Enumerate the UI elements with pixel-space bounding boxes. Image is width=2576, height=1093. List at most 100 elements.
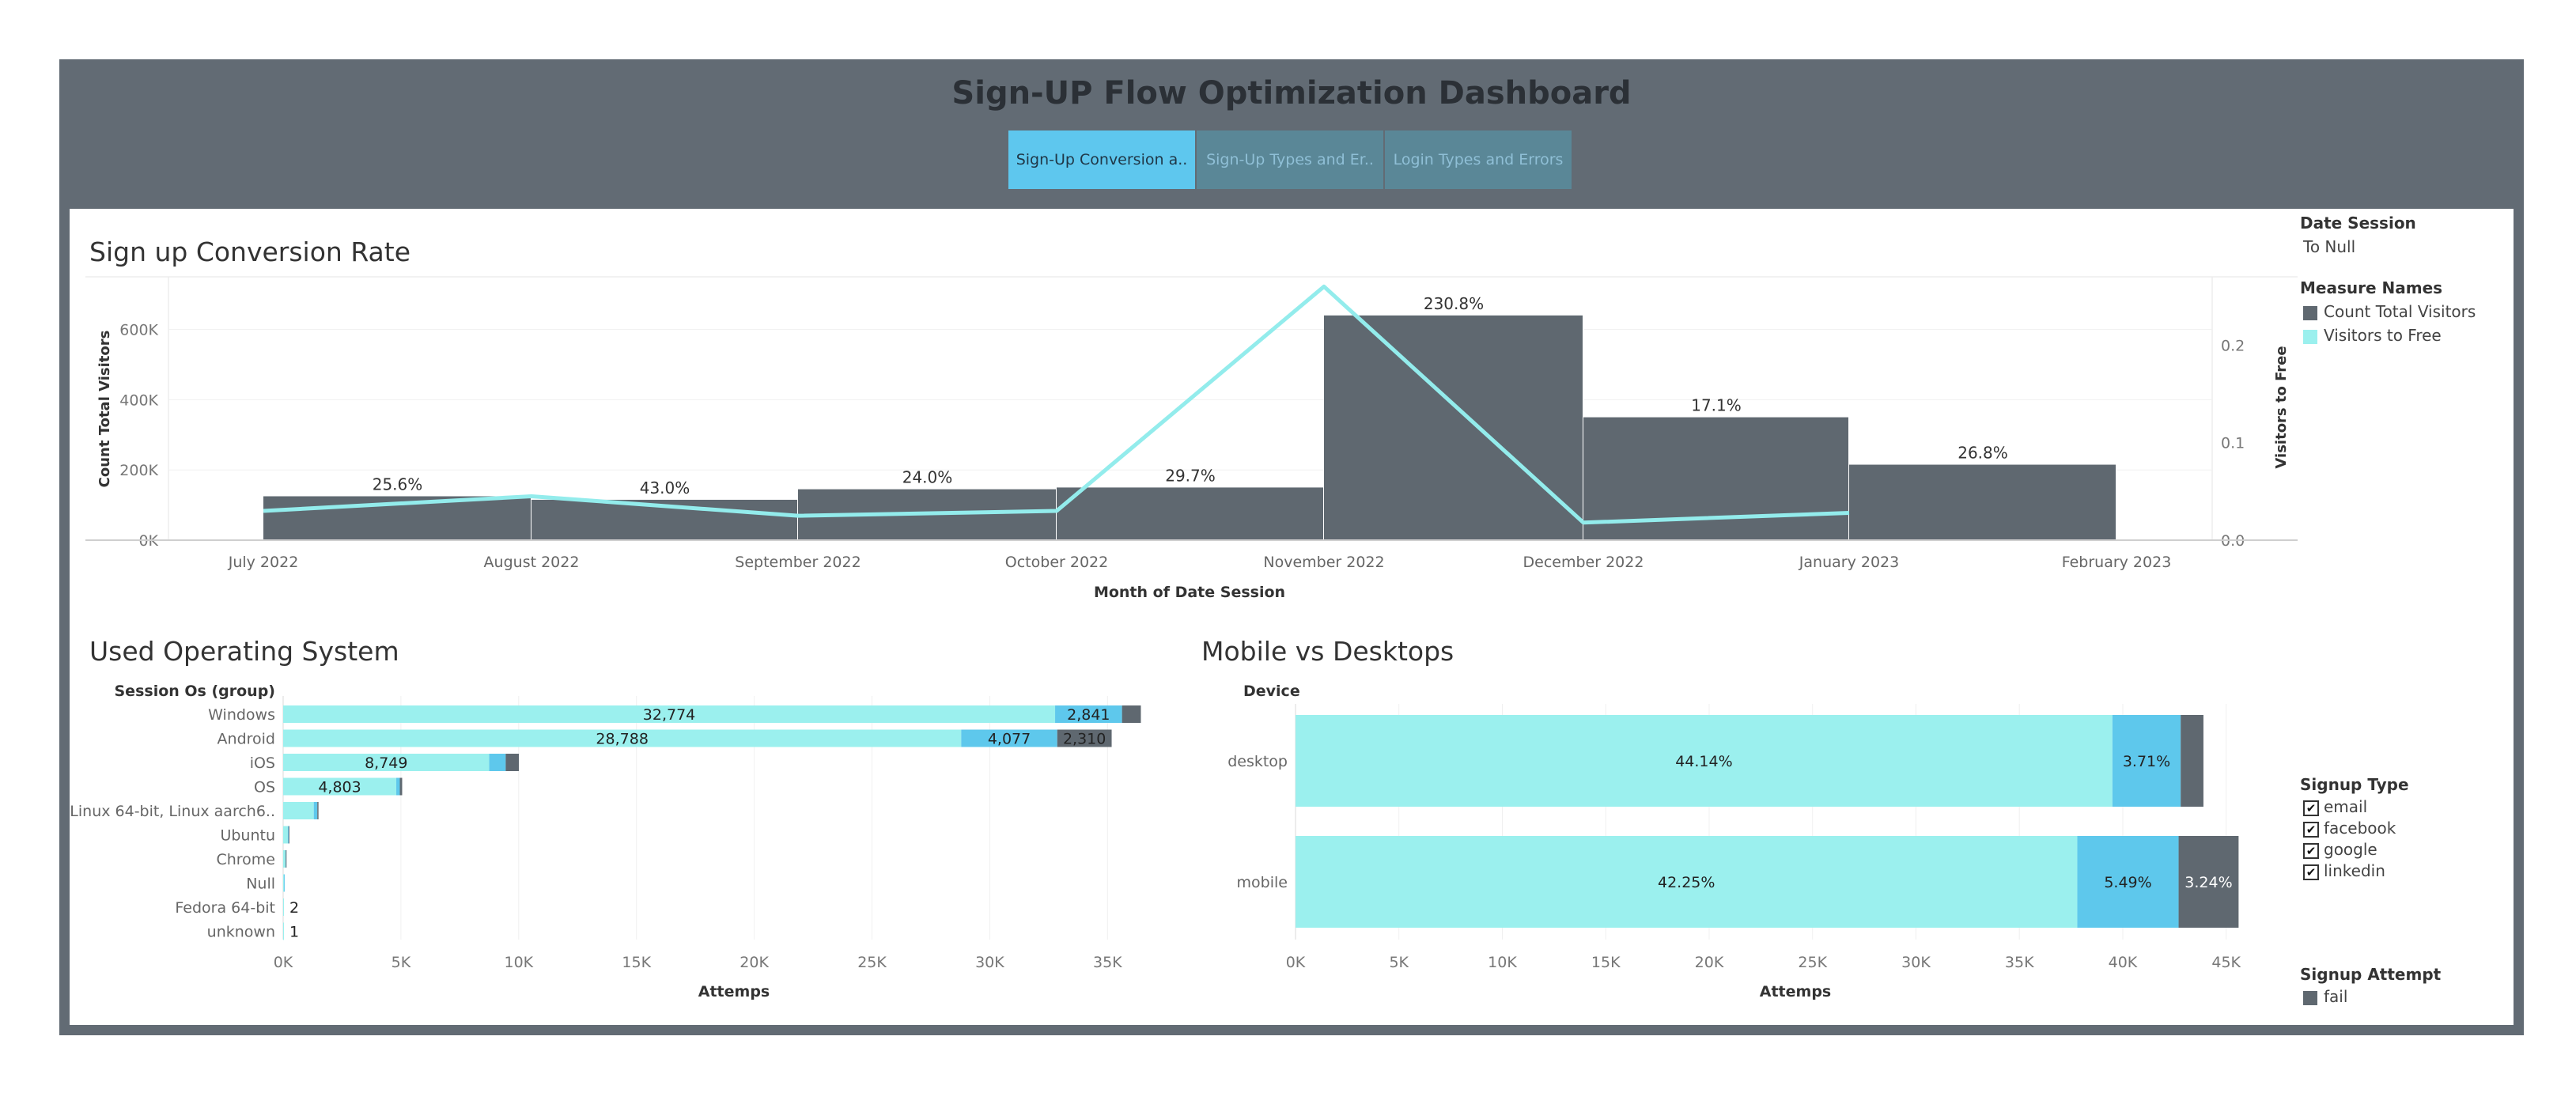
device-bar-label: 3.24% [2184,874,2232,891]
row-label: mobile [1237,874,1288,891]
legend-item-visitors-to-free[interactable]: Visitors to Free [2303,326,2476,345]
bar-data-label: 25.6% [373,475,423,494]
bar-4 [1057,487,1323,540]
x-tick-label: July 2022 [228,554,299,571]
y-tick-label: 200K [119,462,158,479]
signup-type-label: linkedin [2324,861,2385,880]
os-bar-segment-facebook [489,754,506,771]
y-tick-label: 400K [119,391,158,409]
y2-tick-label: 0.2 [2221,337,2245,354]
x-tick-label: 45K [2211,954,2241,971]
signup-type-label: email [2324,797,2368,816]
row-label: Linux 64-bit, Linux aarch6.. [70,803,275,820]
bar-5 [1324,315,1583,540]
measure-names-title: Measure Names [2300,278,2443,297]
os-bar-segment-facebook [287,826,289,844]
signup-type-linkedin[interactable]: ✔ linkedin [2303,861,2506,880]
signup-type-label: facebook [2324,819,2396,838]
os-bar-segment-fail [505,754,520,771]
bar-data-label: 29.7% [1165,466,1216,485]
os-bar-label: 4,803 [318,779,361,796]
x-tick-label: October 2022 [1005,554,1108,571]
x-axis-title: Attemps [698,983,770,1000]
bar-data-label: 26.8% [1958,444,2008,463]
device-chart: 0K 5K 10K 15K 20K 25K 30K 35K 40K 45K Device deskto… [1227,683,2241,1000]
conversion-rate-chart: 0K200K400K600K0.00.10.225.6% 43.0%24.0% 29… [85,276,2298,601]
signup-type-facebook[interactable]: ✔ facebook [2303,819,2506,838]
device-bar-label: 44.14% [1675,753,1732,770]
signup-attempt-title: Signup Attempt [2300,965,2442,984]
x-tick-label: August 2022 [484,554,580,571]
row-label: desktop [1227,753,1288,770]
x-tick-label: 0K [274,954,293,971]
legend-label: Visitors to Free [2324,326,2442,345]
x-tick-label: 20K [740,954,769,971]
x-tick-label: 25K [857,954,887,971]
signup-attempt-legend: Signup Attempt fail [2300,965,2506,1006]
row-label: Null [246,876,275,893]
x-tick-label: 40K [2109,954,2138,971]
date-session-filter-title: Date Session [2300,214,2416,233]
row-label: unknown [207,924,275,941]
os-bar-segment-fail [399,777,403,796]
device-bar-label: 5.49% [2104,874,2151,891]
os-bar-segment-email [283,850,286,868]
os-bar-segment-email [283,922,284,940]
x-tick-label: 5K [1389,954,1409,971]
os-bar-segment-fail [1122,705,1141,723]
row-label: OS [254,779,275,796]
row-header: Device [1243,683,1300,700]
bar-data-label: 43.0% [640,478,690,497]
signup-type-title: Signup Type [2300,775,2409,794]
x-axis-title: Attemps [1760,983,1831,1000]
checkbox-checked-icon[interactable]: ✔ [2303,864,2319,880]
x-tick-label: November 2022 [1263,554,1384,571]
signup-type-filter: Signup Type ✔ email ✔ facebook ✔ google ✔ li… [2300,775,2506,880]
x-tick-label: 25K [1798,954,1827,971]
os-bar-segment-email [283,898,284,916]
x-tick-label: 0K [1286,954,1306,971]
os-bar-label: 28,788 [596,731,648,748]
os-bar-segment-facebook [313,802,318,819]
signup-type-google[interactable]: ✔ google [2303,840,2506,859]
x-tick-label: 35K [1093,954,1122,971]
x-tick-label: 15K [622,954,651,971]
y2-axis-title: Visitors to Free [2273,346,2290,468]
row-label: Chrome [216,851,275,868]
legend-swatch [2303,329,2317,344]
os-bar-label: 8,749 [365,755,407,772]
x-tick-label: 30K [975,954,1004,971]
date-session-filter-value[interactable]: To Null [2303,237,2476,256]
signup-type-email[interactable]: ✔ email [2303,797,2506,816]
row-label: Android [218,731,275,748]
os-bar-segment-email [283,874,284,892]
y-axis-title: Count Total Visitors [96,331,113,488]
os-chart: 0K 5K 10K 15K 20K 25K 30K 35K Session Os (group)… [70,683,1141,1000]
os-bar-label: 2 [289,899,299,917]
bar-7 [1849,464,2116,540]
x-tick-label: 10K [1488,954,1517,971]
legend-item-fail[interactable]: fail [2303,987,2506,1006]
bar-data-label: 230.8% [1424,294,1484,313]
row-label: Windows [208,706,275,724]
row-label: Fedora 64-bit [175,899,275,917]
checkbox-checked-icon[interactable]: ✔ [2303,800,2319,816]
os-bar-segment-facebook [396,777,400,796]
charts-layer: 0K200K400K600K0.00.10.225.6% 43.0%24.0% 29… [70,276,2298,1000]
x-tick-label: 10K [504,954,533,971]
checkbox-checked-icon[interactable]: ✔ [2303,842,2319,859]
row-label: iOS [250,755,275,772]
x-tick-label: 30K [1901,954,1931,971]
os-bar-segment-facebook [283,874,285,892]
x-tick-label: 15K [1591,954,1621,971]
y2-tick-label: 0.1 [2221,435,2245,452]
checkbox-checked-icon[interactable]: ✔ [2303,821,2319,838]
legend-item-count-total-visitors[interactable]: Count Total Visitors [2303,302,2476,321]
row-header: Session Os (group) [115,683,276,700]
device-bar-label: 3.71% [2123,753,2170,770]
legend-swatch [2303,305,2317,320]
os-bar-label: 4,077 [988,731,1031,748]
x-tick-label: 20K [1695,954,1724,971]
os-bar-segment-email [283,802,314,819]
os-bar-segment-fail [317,802,319,819]
